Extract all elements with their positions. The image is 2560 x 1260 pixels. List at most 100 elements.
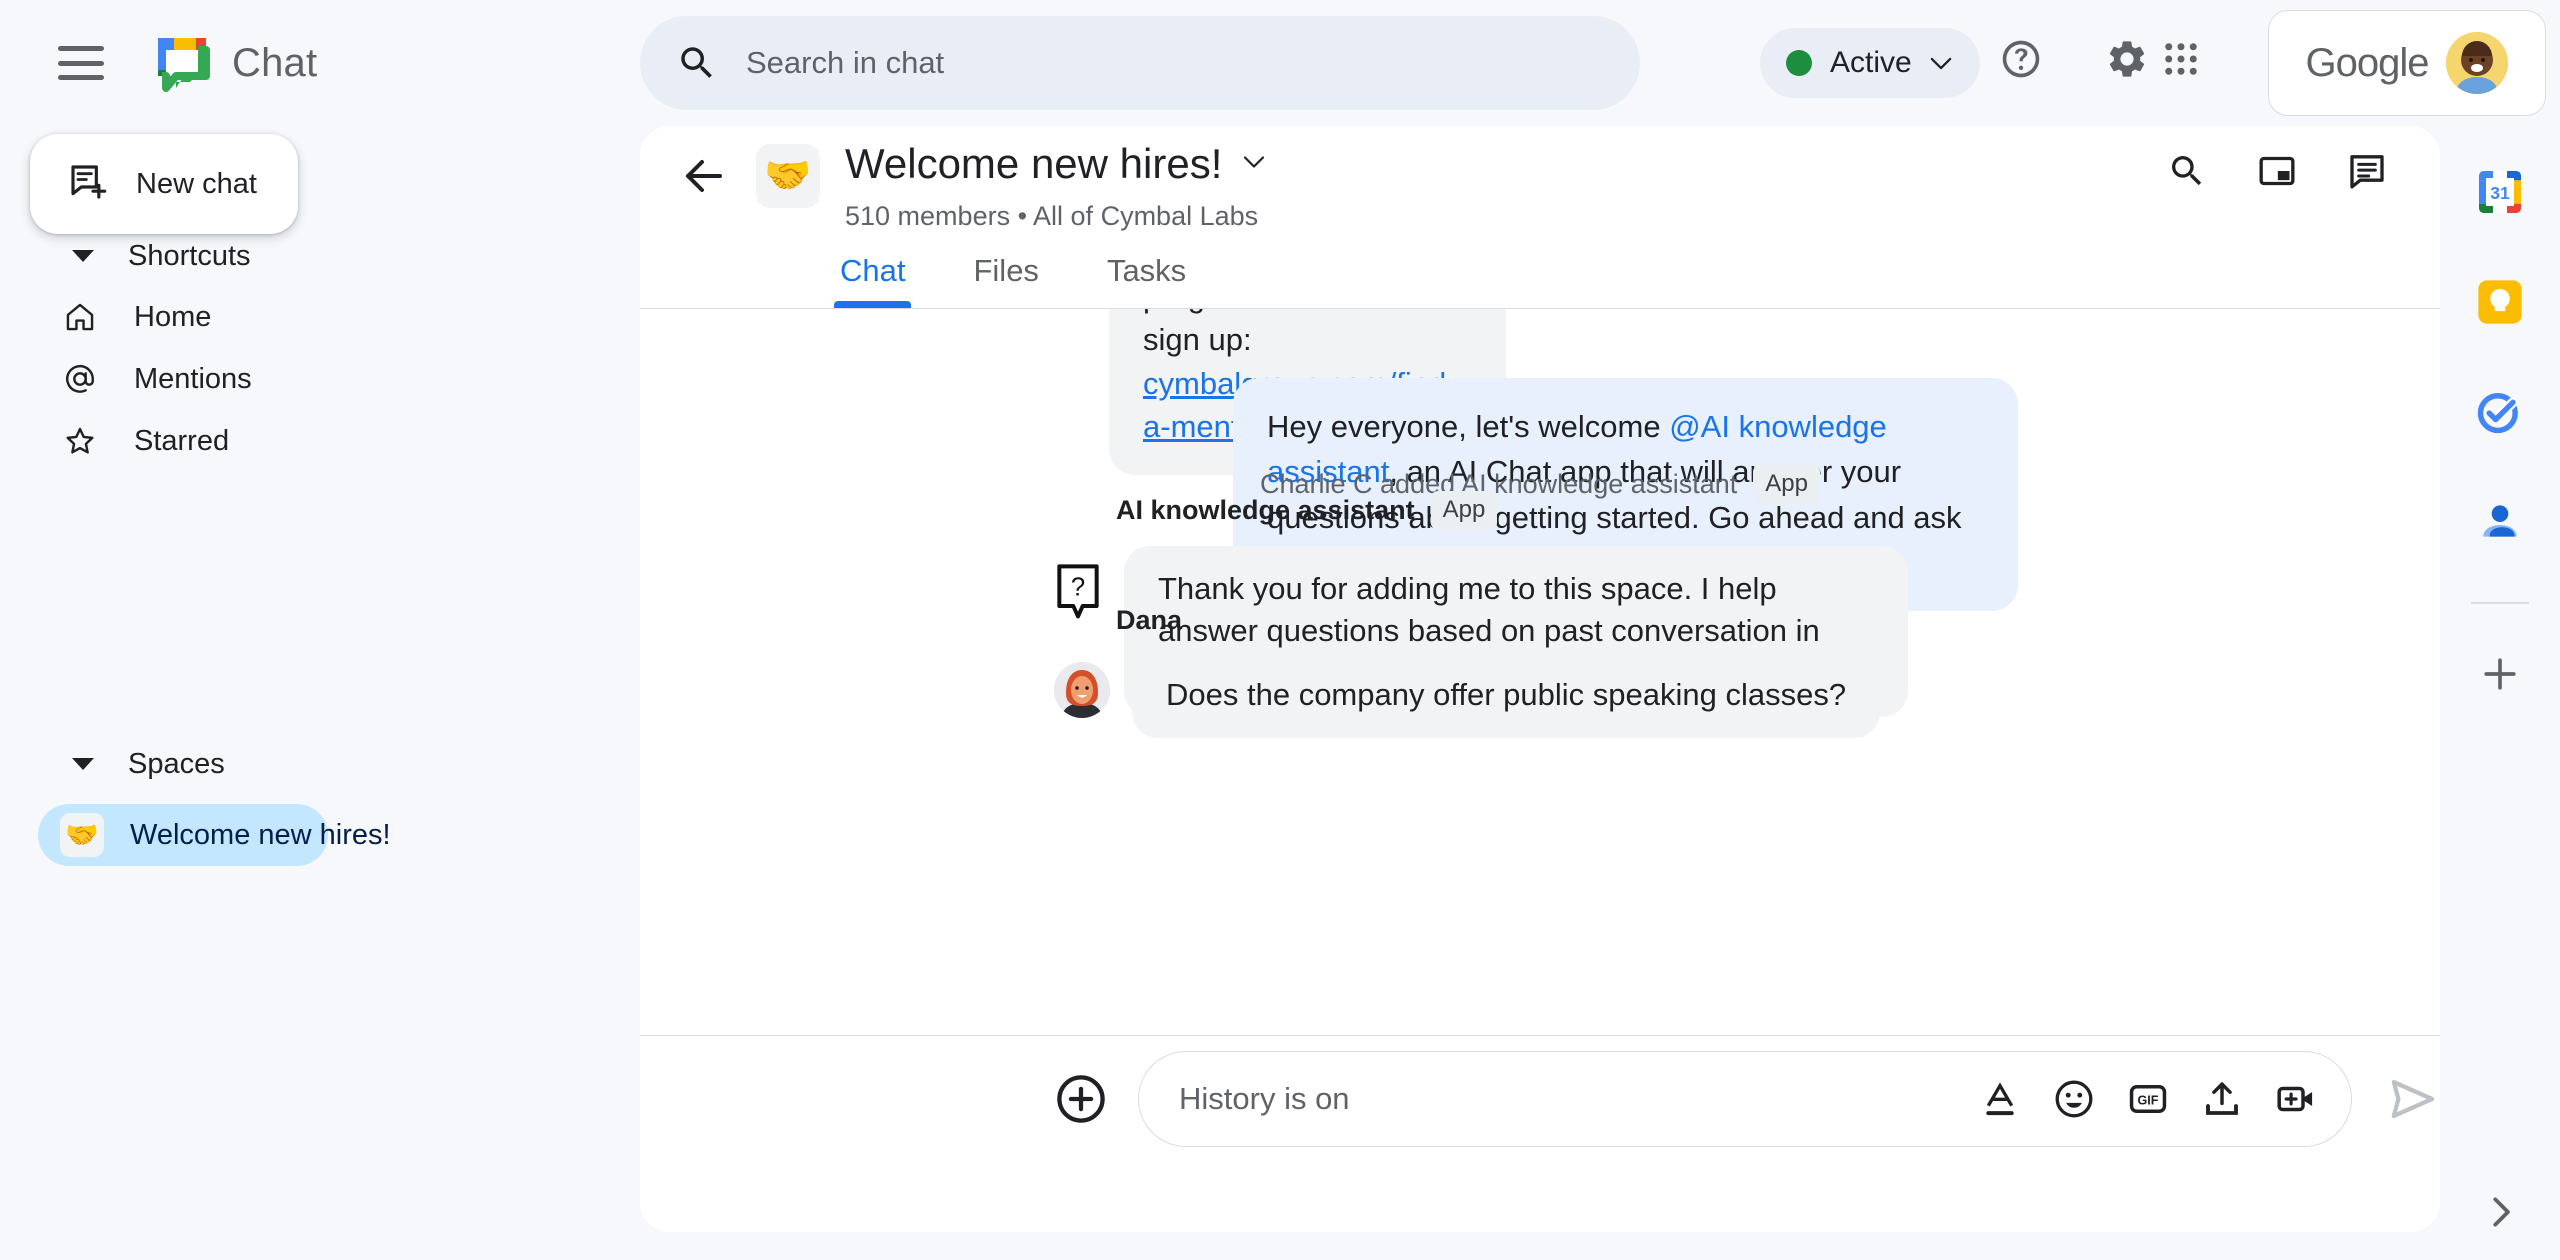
chevron-down-icon: [1242, 154, 1266, 174]
chat-pane-button[interactable]: [2332, 138, 2402, 208]
spaces-section-header[interactable]: Spaces: [0, 734, 640, 794]
chevron-down-icon: [1930, 57, 1952, 70]
tab-files[interactable]: Files: [939, 234, 1072, 308]
message-dana: Dana Does the company offer public speak…: [1054, 605, 1881, 739]
chat-pane-icon: [2347, 151, 2387, 196]
top-bar: Chat Search in chat Active Google: [0, 0, 2560, 126]
format-text-icon[interactable]: [1977, 1076, 2023, 1122]
gif-icon[interactable]: GIF: [2125, 1076, 2171, 1122]
message-body: Does the company offer public speaking c…: [1054, 652, 1881, 739]
message-input[interactable]: History is on GIF: [1138, 1051, 2352, 1147]
google-calendar-icon: 31: [2472, 164, 2528, 225]
svg-text:?: ?: [1071, 574, 1085, 602]
account-button[interactable]: Google: [2268, 10, 2546, 116]
plus-icon: [2478, 652, 2522, 701]
sender-row: AI knowledge assistant App: [1054, 491, 1908, 530]
google-wordmark: Google: [2305, 40, 2430, 85]
shortcuts-section-header[interactable]: Shortcuts: [0, 226, 640, 286]
tab-chat[interactable]: Chat: [806, 234, 939, 308]
conversation-header: 🤝 Welcome new hires! 510 members • All o…: [640, 126, 2440, 309]
composer-tools: GIF: [1977, 1076, 2319, 1122]
rail-item-contacts[interactable]: [2468, 492, 2532, 556]
rail-item-tasks[interactable]: [2468, 382, 2532, 446]
tab-label: Tasks: [1106, 253, 1187, 288]
dana-avatar: [1054, 662, 1110, 718]
space-label: Welcome new hires!: [130, 818, 391, 851]
svg-text:GIF: GIF: [2138, 1094, 2159, 1108]
back-arrow-icon[interactable]: [680, 152, 728, 200]
google-chat-window: Chat Search in chat Active Google New ch…: [0, 0, 2560, 1260]
caret-down-icon: [72, 250, 94, 262]
google-contacts-icon: [2475, 497, 2525, 552]
handshake-icon: 🤝: [60, 813, 104, 857]
welcome-prefix: Hey everyone, let's welcome: [1267, 409, 1670, 444]
search-icon: [2167, 151, 2207, 196]
rail-add-button[interactable]: [2468, 644, 2532, 708]
tab-tasks[interactable]: Tasks: [1073, 234, 1220, 308]
sidebar-item-starred[interactable]: Starred: [0, 410, 640, 472]
sender-name: AI knowledge assistant: [1116, 495, 1415, 525]
help-icon: [1999, 37, 2043, 86]
right-side-rail: 31: [2440, 126, 2560, 1260]
header-actions: [2152, 138, 2402, 208]
home-icon: [62, 299, 98, 335]
search-in-space-button[interactable]: [2152, 138, 2222, 208]
at-sign-icon: [62, 361, 98, 397]
search-placeholder: Search in chat: [746, 45, 945, 80]
help-button[interactable]: [1982, 22, 2060, 100]
hamburger-icon[interactable]: [58, 46, 104, 80]
space-avatar-icon: 🤝: [756, 144, 820, 208]
rail-expand-button[interactable]: [2440, 1193, 2560, 1236]
tab-label: Files: [973, 253, 1039, 288]
star-icon: [62, 423, 98, 459]
sender-name: Dana: [1116, 605, 1183, 635]
space-subtitle: 510 members • All of Cymbal Labs: [845, 201, 1259, 231]
plus-circle-icon[interactable]: [1054, 1072, 1108, 1126]
new-chat-button[interactable]: New chat: [30, 134, 298, 234]
svg-text:31: 31: [2490, 183, 2510, 203]
conversation-panel: 🤝 Welcome new hires! 510 members • All o…: [640, 126, 2440, 1232]
message-bubble: Does the company offer public speaking c…: [1132, 652, 1881, 739]
sidebar-item-label: Starred: [134, 424, 230, 457]
avatar: [2446, 32, 2509, 94]
google-tasks-icon: [2474, 386, 2526, 443]
spaces-title: Spaces: [128, 747, 225, 780]
message-placeholder: History is on: [1179, 1081, 1350, 1116]
rail-item-keep[interactable]: [2468, 272, 2532, 336]
google-chat-logo: [154, 34, 210, 92]
caret-down-icon: [72, 758, 94, 770]
brand-title: Chat: [232, 40, 318, 85]
add-video-icon[interactable]: [2273, 1076, 2319, 1122]
message-list: program and how to sign up: cymbalgroup.…: [640, 309, 2440, 934]
search-input[interactable]: Search in chat: [640, 16, 1640, 110]
sidebar-item-home[interactable]: Home: [0, 286, 640, 348]
apps-button[interactable]: [2142, 22, 2220, 100]
status-dot-icon: [1786, 50, 1812, 76]
search-icon: [676, 42, 718, 84]
status-dropdown[interactable]: Active: [1760, 28, 1980, 98]
send-button[interactable]: [2386, 1072, 2440, 1126]
rail-item-calendar[interactable]: 31: [2468, 162, 2532, 226]
tab-label: Chat: [840, 253, 906, 288]
conversation-tabs: Chat Files Tasks: [806, 234, 1220, 308]
left-sidebar: New chat Shortcuts Home Mentions Starred: [0, 126, 640, 1260]
sidebar-item-mentions[interactable]: Mentions: [0, 348, 640, 410]
pip-button[interactable]: [2242, 138, 2312, 208]
upload-icon[interactable]: [2199, 1076, 2245, 1122]
message-composer: History is on GIF: [640, 1036, 2440, 1162]
new-chat-icon: [68, 162, 108, 207]
sidebar-item-label: Mentions: [134, 362, 252, 395]
app-badge: App: [1430, 491, 1498, 530]
space-title-dropdown[interactable]: Welcome new hires!: [845, 140, 1266, 188]
picture-in-picture-icon: [2257, 151, 2297, 196]
sidebar-item-label: Home: [134, 300, 212, 333]
sidebar-space-welcome-new-hires[interactable]: 🤝 Welcome new hires!: [38, 804, 391, 866]
rail-divider: [2471, 602, 2529, 604]
page-title: Welcome new hires!: [845, 140, 1223, 187]
clipped-text: program and how to sign up:: [1143, 309, 1419, 358]
apps-grid-icon: [2160, 38, 2202, 85]
emoji-icon[interactable]: [2051, 1076, 2097, 1122]
status-label: Active: [1830, 46, 1912, 79]
shortcuts-title: Shortcuts: [128, 239, 251, 272]
new-chat-label: New chat: [136, 167, 257, 200]
